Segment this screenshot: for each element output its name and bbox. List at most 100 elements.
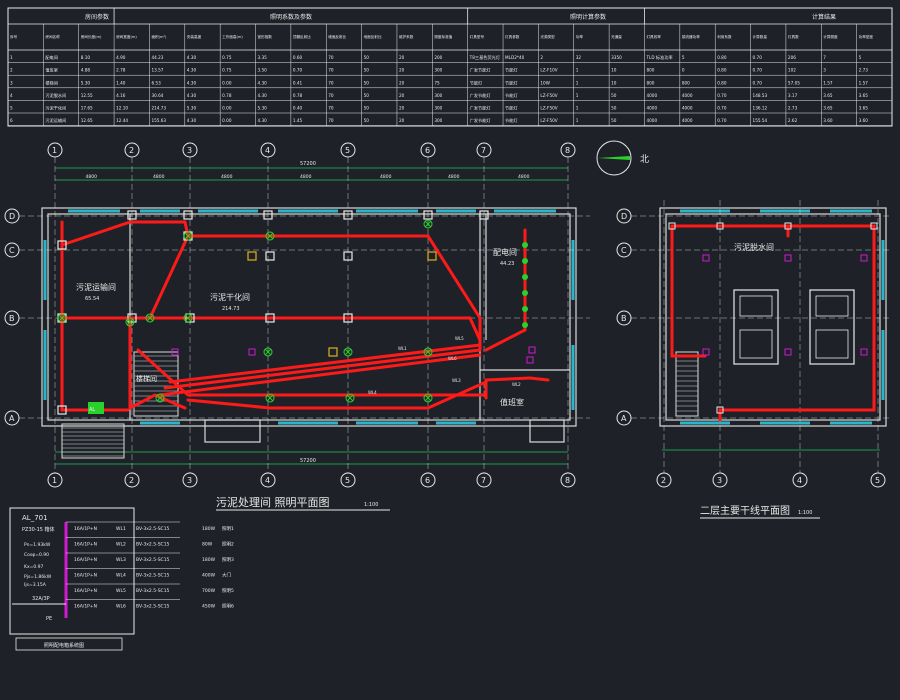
table-cell: 4.30 [187, 55, 197, 60]
table-cell: 6 [10, 118, 13, 123]
axis-label: B [9, 314, 15, 323]
lamp-symbol [860, 348, 868, 356]
panel-param-ijs: Ijs=3.15A [24, 582, 47, 588]
axis-label: 3 [717, 476, 722, 485]
room-name-stair: 楼梯间 [136, 374, 157, 383]
circuit-load: 80W [202, 542, 213, 548]
table-cell: 3.65 [859, 93, 869, 98]
circuit-load: 450W [202, 604, 216, 610]
dewatering-machine-2 [809, 289, 855, 365]
circuit-cable: BV-3x2.5-SC15 [136, 542, 170, 548]
panel-name: AL_701 [22, 514, 48, 522]
table-cell: 0.70 [753, 55, 763, 60]
table-col-header: 功率密度 [859, 34, 874, 39]
table-cell: 广发节能灯 [470, 117, 492, 124]
table-cell: 4000 [646, 106, 657, 111]
table-cell: 30.64 [151, 93, 163, 98]
table-cell: 4000 [682, 93, 693, 98]
table-cell: 4.90 [116, 55, 126, 60]
table-cell: 50 [364, 80, 370, 85]
fixture-symbol [522, 258, 528, 264]
axis-label: 8 [565, 146, 570, 155]
table-cell: 2 [540, 55, 543, 60]
table-cell: 4.88 [81, 68, 91, 73]
panel-param-pjs: Pjs=1.86kW [24, 574, 52, 580]
lamp-symbol [183, 210, 193, 220]
table-cell: 4000 [682, 118, 693, 123]
axis-label: 4 [265, 476, 270, 485]
circuit-load: 180W [202, 557, 216, 563]
table-cell: 57.05 [788, 80, 800, 85]
circuit-id: WL4 [116, 573, 126, 579]
table-cell: 4.30 [258, 93, 268, 98]
table-cell: 5.30 [81, 80, 91, 85]
table-cell: 12.44 [116, 118, 128, 123]
group-header-result: 计算结果 [812, 13, 836, 21]
dim-total-top: 57200 [300, 161, 316, 167]
table-col-header: 照度标准值 [434, 34, 452, 39]
axis-label: 1 [52, 476, 57, 485]
table-cell: 0 [682, 68, 685, 73]
lamp-symbol [702, 254, 710, 262]
table-cell: 0.75 [222, 55, 232, 60]
table-cell: 1.57 [823, 80, 833, 85]
table-cell: 20 [399, 68, 405, 73]
table-cell: 0.80 [717, 80, 727, 85]
table-cell: 2.78 [116, 68, 126, 73]
table-cell: 50 [364, 93, 370, 98]
axis-label: 8 [565, 476, 570, 485]
table-cell: 200 [434, 55, 442, 60]
room-name-drying: 污泥干化间 [210, 292, 250, 302]
plan2-scale: 1:100 [798, 510, 812, 516]
table-cell: 10 [611, 80, 617, 85]
switch-symbol [248, 348, 256, 356]
table-cell: 1 [576, 68, 579, 73]
table-cell: 0.60 [293, 55, 303, 60]
table-cell: 0.40 [293, 106, 303, 111]
fixture-symbol [522, 290, 528, 296]
circuit-cable: BV-3x2.5-SC15 [136, 526, 170, 532]
panel-tag: AL [89, 407, 95, 413]
plan1-title: 污泥处理间 照明平面图 [216, 496, 330, 509]
circuit-room: 照明1 [222, 526, 234, 532]
table-cell: 4000 [646, 93, 657, 98]
table-cell: 节能灯 [505, 79, 518, 86]
circuit-label-wl3: WL3 [452, 378, 461, 383]
axis-label: D [9, 212, 15, 221]
axis-label: 6 [425, 476, 430, 485]
panel-model: PZ30-15 箱体 [22, 526, 55, 533]
axis-label: D [621, 212, 627, 221]
table-cell: 4000 [682, 106, 693, 111]
table-cell: 70 [328, 80, 334, 85]
table-cell: 5.30 [258, 106, 268, 111]
axis-label: 5 [345, 146, 350, 155]
axis-label: 7 [481, 146, 486, 155]
table-cell: 50 [364, 68, 370, 73]
table-cell: 0.70 [753, 68, 763, 73]
room-name-duty: 值班室 [500, 397, 524, 407]
table-cell: 值班室 [45, 67, 58, 74]
dim-label: 4800 [300, 174, 312, 180]
switch-symbol [528, 346, 536, 354]
axis-label: 2 [129, 476, 134, 485]
axis-label: 7 [481, 476, 486, 485]
table-cell: 155.54 [753, 118, 768, 123]
table-cell: 800 [646, 80, 654, 85]
axis-label: 6 [425, 146, 430, 155]
table-cell: 广发节能灯 [470, 92, 492, 99]
table-cell: 污泥运输间 [45, 117, 66, 124]
table-cell: 0.41 [293, 80, 303, 85]
axis-label: 4 [265, 146, 270, 155]
table-col-header: 灯具型号 [470, 34, 485, 39]
table-cell: 4.30 [187, 118, 197, 123]
table-cell: 节能灯 [505, 67, 518, 74]
plan1-scale: 1:100 [364, 502, 378, 508]
table-cell: 17.65 [81, 106, 93, 111]
table-col-header: 灯具数 [788, 34, 799, 39]
table-cell: 4.16 [116, 93, 126, 98]
table-cell: 4 [10, 93, 13, 98]
table-cell: 1 [576, 93, 579, 98]
room-area-transport: 65.54 [85, 296, 99, 302]
table-cell: 0.70 [753, 80, 763, 85]
table-cell: 1.45 [293, 118, 303, 123]
